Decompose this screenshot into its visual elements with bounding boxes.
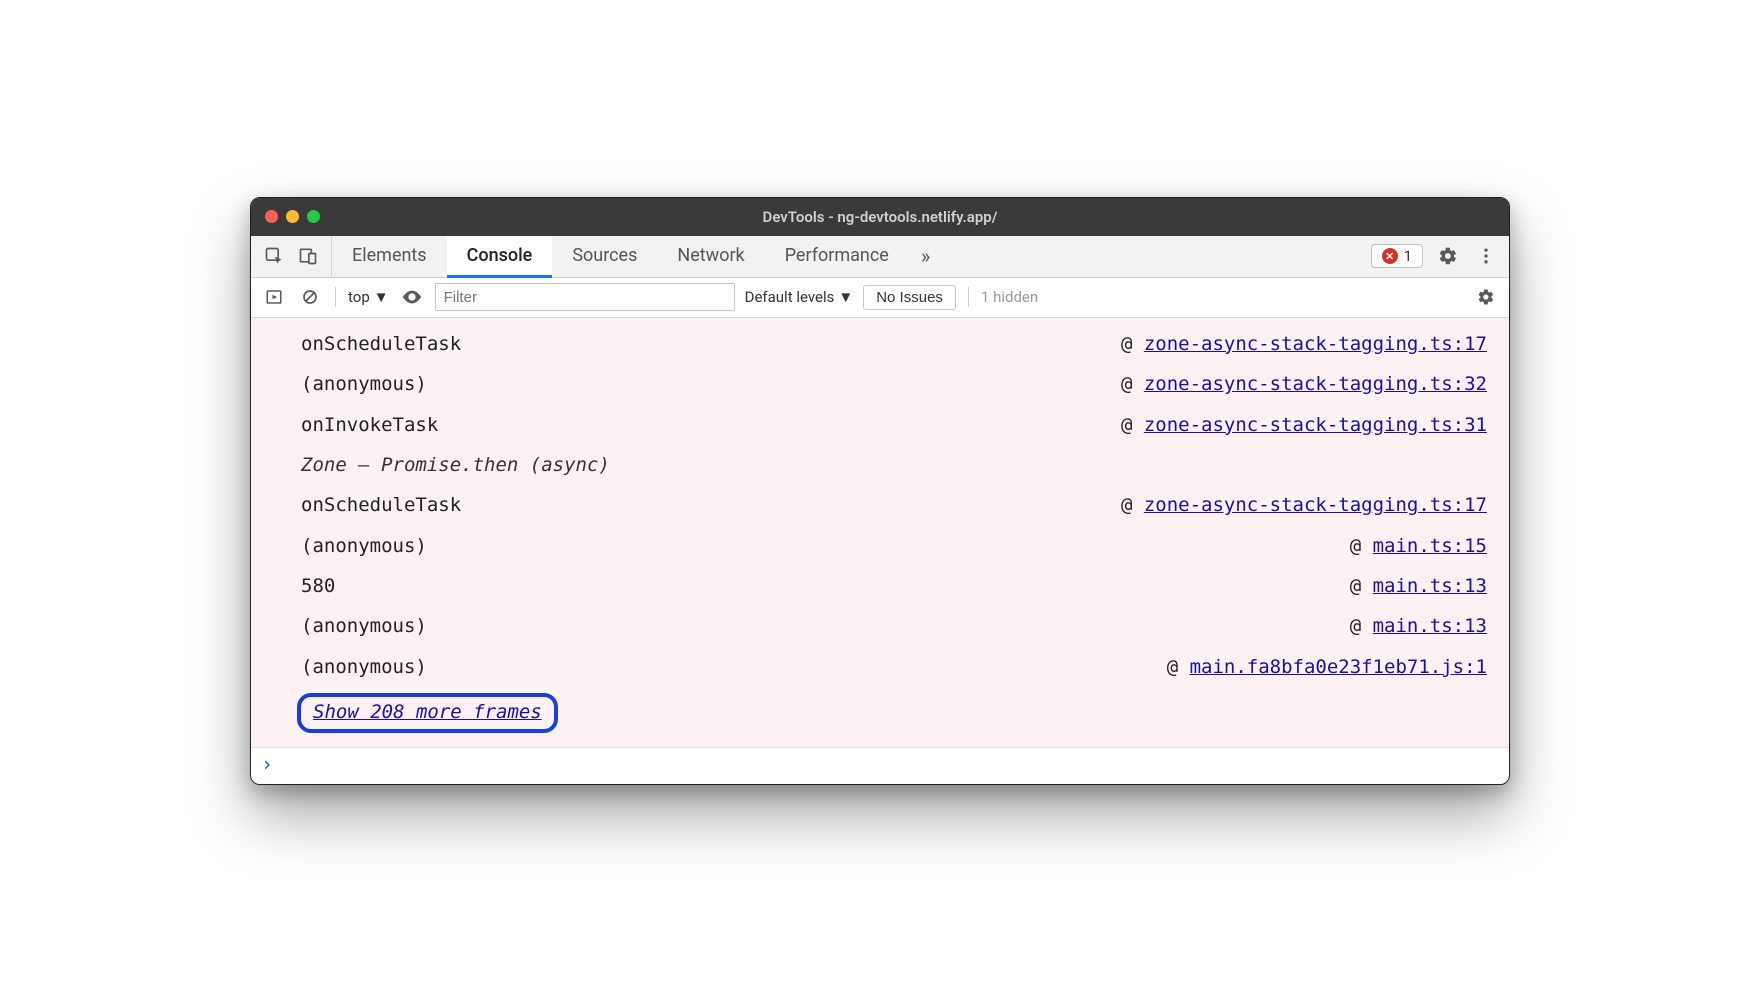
maximize-window-dot[interactable] (307, 210, 320, 223)
source-link[interactable]: main.ts:13 (1373, 575, 1487, 597)
window-title: DevTools - ng-devtools.netlify.app/ (251, 208, 1509, 226)
context-label: top (348, 288, 370, 306)
tab-elements[interactable]: Elements (332, 237, 447, 278)
show-more-frames-row: Show 208 more frames (251, 687, 1509, 743)
at-symbol: @ (1167, 656, 1190, 678)
stack-frame-source: @ zone-async-stack-tagging.ts:17 (1121, 490, 1487, 520)
console-output: onScheduleTask @ zone-async-stack-tagging… (251, 318, 1509, 748)
device-toolbar-icon[interactable] (295, 243, 321, 269)
source-link[interactable]: zone-async-stack-tagging.ts:17 (1144, 333, 1487, 355)
source-link[interactable]: main.ts:15 (1373, 535, 1487, 557)
console-prompt[interactable]: › (251, 747, 1509, 784)
at-symbol: @ (1121, 494, 1144, 516)
stack-frame-function: 580 (301, 571, 335, 601)
show-more-frames-highlight: Show 208 more frames (297, 693, 558, 733)
tabs-right: ✕ 1 (1371, 236, 1509, 277)
clear-console-icon[interactable] (297, 284, 323, 310)
dropdown-triangle-icon: ▼ (374, 288, 389, 306)
stack-frame-function: (anonymous) (301, 369, 427, 399)
minimize-window-dot[interactable] (286, 210, 299, 223)
filter-input[interactable] (435, 283, 735, 311)
show-more-frames-link[interactable]: Show 208 more frames (313, 701, 542, 723)
at-symbol: @ (1350, 615, 1373, 637)
stack-frame-row: (anonymous) @ zone-async-stack-tagging.ts… (251, 364, 1509, 404)
at-symbol: @ (1121, 414, 1144, 436)
at-symbol: @ (1350, 575, 1373, 597)
devtools-tabs-row: ElementsConsoleSourcesNetworkPerformance… (251, 236, 1509, 278)
stack-frame-source: @ main.ts:13 (1350, 571, 1487, 601)
source-link[interactable]: main.ts:13 (1373, 615, 1487, 637)
tab-network[interactable]: Network (657, 237, 764, 278)
stack-frame-row: 580 @ main.ts:13 (251, 566, 1509, 606)
issues-button[interactable]: No Issues (863, 285, 956, 310)
tab-performance[interactable]: Performance (765, 237, 909, 278)
log-levels-selector[interactable]: Default levels ▼ (745, 288, 854, 306)
at-symbol: @ (1350, 535, 1373, 557)
stack-frame-source: @ main.fa8bfa0e23f1eb71.js:1 (1167, 652, 1487, 682)
stack-frame-row: Zone — Promise.then (async) (251, 445, 1509, 485)
source-link[interactable]: zone-async-stack-tagging.ts:32 (1144, 373, 1487, 395)
stack-frame-function: onScheduleTask (301, 329, 461, 359)
console-toolbar: top ▼ Default levels ▼ No Issues 1 hidde… (251, 278, 1509, 318)
stack-frame-source: @ main.ts:15 (1350, 531, 1487, 561)
stack-frame-function: (anonymous) (301, 531, 427, 561)
left-tool-buttons (251, 236, 332, 277)
tab-console[interactable]: Console (447, 237, 553, 278)
tabs: ElementsConsoleSourcesNetworkPerformance (332, 236, 909, 277)
stack-frame-row: onScheduleTask @ zone-async-stack-tagging… (251, 324, 1509, 364)
overflow-glyph: » (921, 244, 930, 268)
tab-sources[interactable]: Sources (552, 237, 657, 278)
stack-frame-row: (anonymous) @ main.fa8bfa0e23f1eb71.js:1 (251, 647, 1509, 687)
stack-frame-row: onInvokeTask @ zone-async-stack-tagging.t… (251, 405, 1509, 445)
traffic-lights (265, 210, 320, 223)
settings-gear-icon[interactable] (1435, 243, 1461, 269)
title-bar: DevTools - ng-devtools.netlify.app/ (251, 198, 1509, 236)
hidden-count: 1 hidden (981, 288, 1038, 306)
toggle-sidebar-icon[interactable] (261, 284, 287, 310)
stack-frame-function: (anonymous) (301, 652, 427, 682)
devtools-window: DevTools - ng-devtools.netlify.app/ Elem… (250, 197, 1510, 786)
dropdown-triangle-icon: ▼ (838, 288, 853, 306)
error-x-icon: ✕ (1382, 248, 1398, 264)
stack-frame-row: onScheduleTask @ zone-async-stack-tagging… (251, 485, 1509, 525)
tabs-overflow-button[interactable]: » (909, 236, 942, 277)
stack-frame-source: @ zone-async-stack-tagging.ts:31 (1121, 410, 1487, 440)
prompt-chevron-icon: › (261, 752, 273, 776)
error-count-badge[interactable]: ✕ 1 (1371, 244, 1423, 268)
close-window-dot[interactable] (265, 210, 278, 223)
stack-frame-source: @ zone-async-stack-tagging.ts:32 (1121, 369, 1487, 399)
source-link[interactable]: main.fa8bfa0e23f1eb71.js:1 (1190, 656, 1487, 678)
stack-frame-row: (anonymous) @ main.ts:13 (251, 606, 1509, 646)
levels-label: Default levels (745, 288, 835, 306)
source-link[interactable]: zone-async-stack-tagging.ts:17 (1144, 494, 1487, 516)
kebab-menu-icon[interactable] (1473, 243, 1499, 269)
stack-frame-function: onInvokeTask (301, 410, 438, 440)
context-selector[interactable]: top ▼ (348, 288, 389, 306)
at-symbol: @ (1121, 373, 1144, 395)
source-link[interactable]: zone-async-stack-tagging.ts:31 (1144, 414, 1487, 436)
filter-input-field[interactable] (444, 289, 726, 306)
stack-frame-function: Zone — Promise.then (async) (301, 450, 610, 480)
stack-frame-row: (anonymous) @ main.ts:15 (251, 526, 1509, 566)
stack-frame-function: onScheduleTask (301, 490, 461, 520)
stack-frame-function: (anonymous) (301, 611, 427, 641)
stack-frame-source: @ main.ts:13 (1350, 611, 1487, 641)
console-settings-gear-icon[interactable] (1473, 284, 1499, 310)
inspect-element-icon[interactable] (261, 243, 287, 269)
live-expression-eye-icon[interactable] (399, 284, 425, 310)
at-symbol: @ (1121, 333, 1144, 355)
error-count: 1 (1404, 247, 1412, 265)
stack-frame-source: @ zone-async-stack-tagging.ts:17 (1121, 329, 1487, 359)
